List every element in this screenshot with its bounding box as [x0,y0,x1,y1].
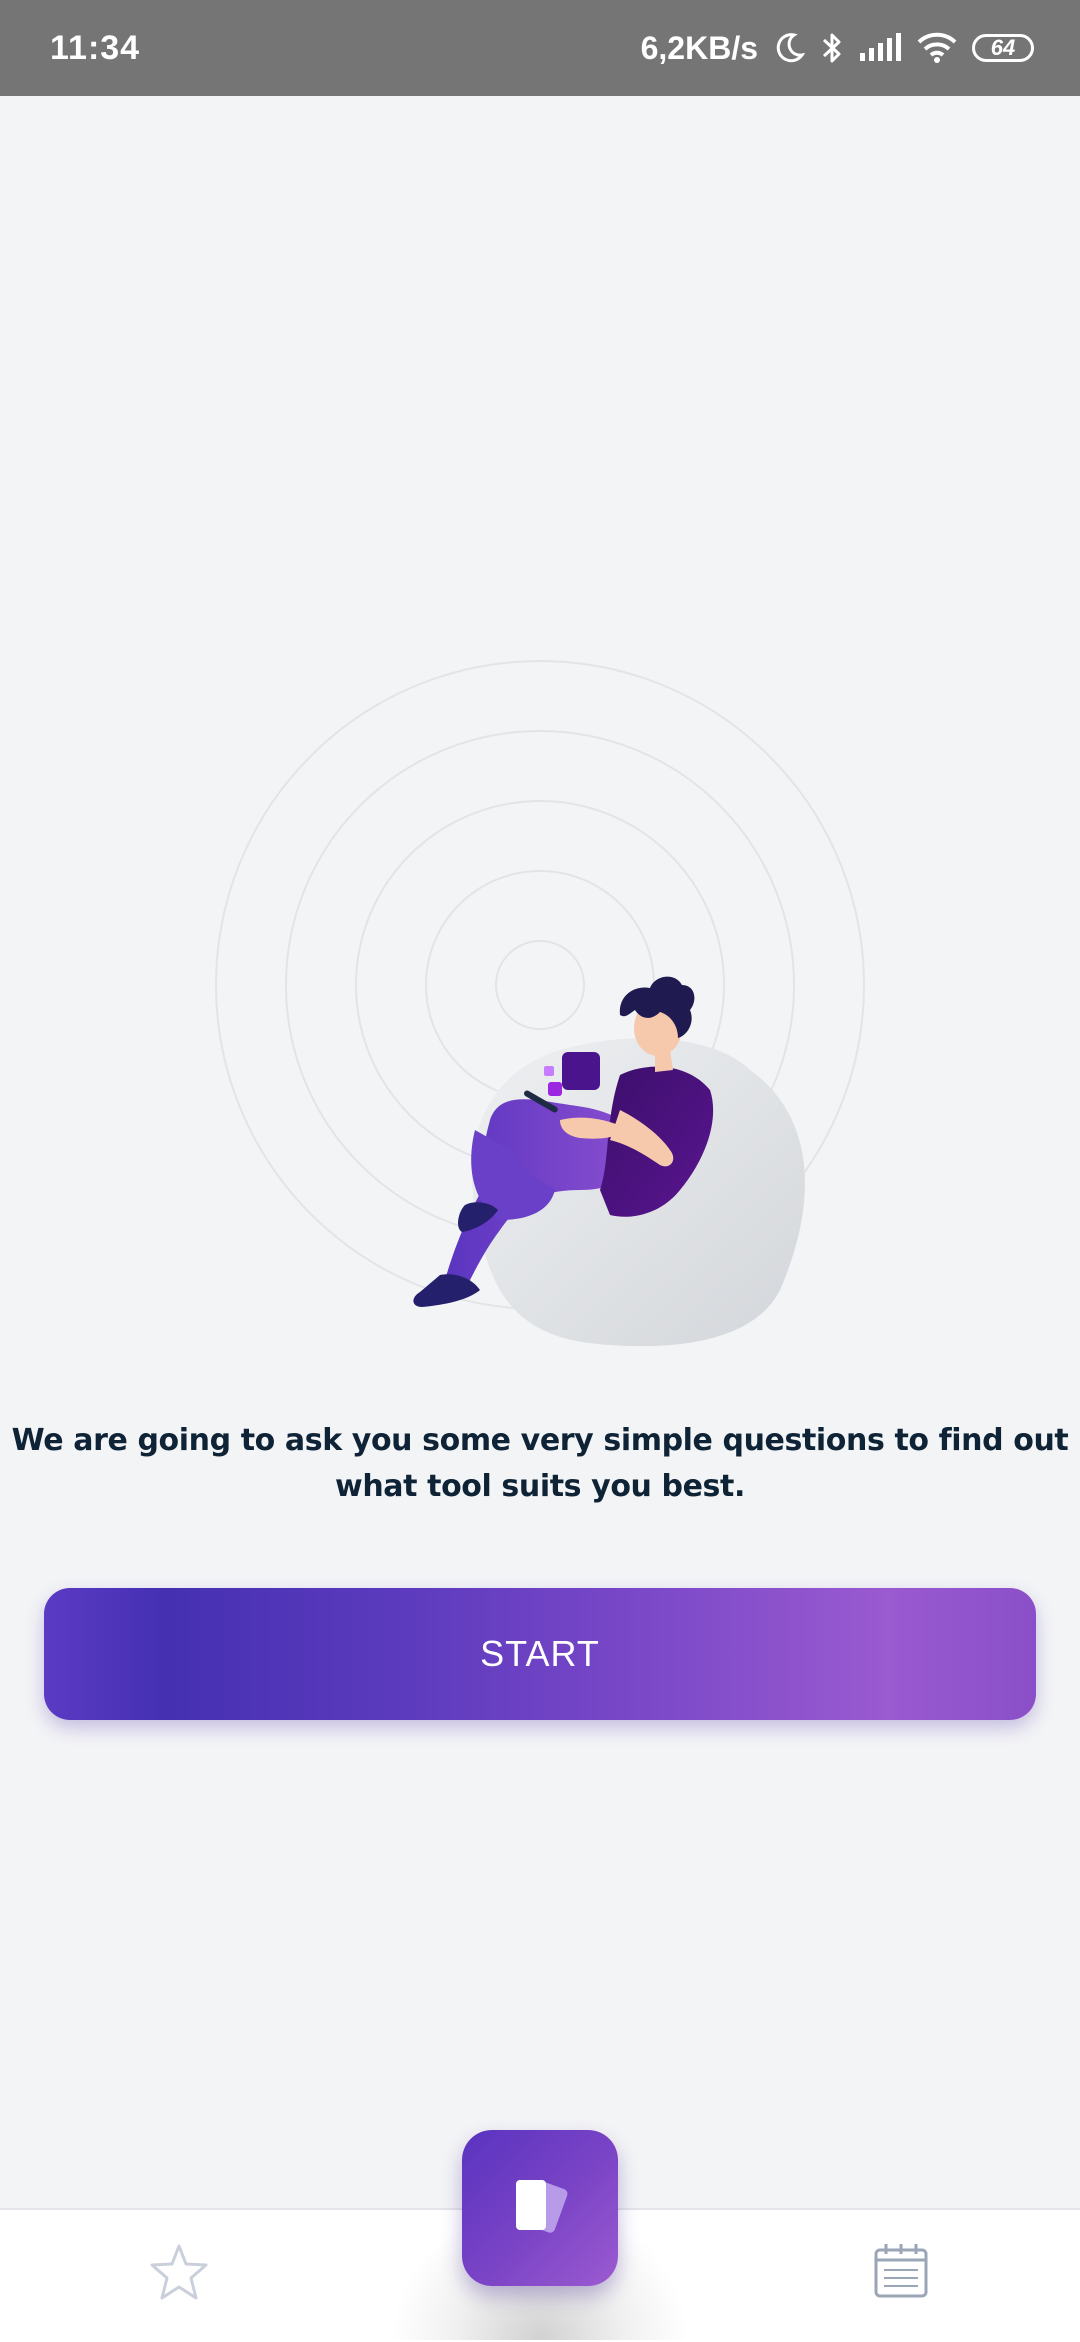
wifi-icon [916,32,958,64]
signal-icon [858,33,902,63]
status-bar: 11:34 6,2KB/s 64 [0,0,1080,96]
battery-level: 64 [990,35,1016,60]
calendar-icon[interactable] [870,2240,932,2302]
star-icon[interactable] [146,2240,212,2306]
bluetooth-icon [820,30,844,66]
start-button[interactable]: START [44,1588,1036,1720]
moon-icon [772,31,806,65]
person-on-beanbag-illustration [200,650,880,1350]
cards-icon [500,2166,580,2250]
battery-icon: 64 [972,34,1034,62]
intro-message: We are going to ask you some very simple… [11,1423,1069,1504]
status-time: 11:34 [50,28,141,67]
status-indicators: 6,2KB/s 64 [641,30,1034,67]
cards-button[interactable] [462,2130,618,2286]
network-speed: 6,2KB/s [640,29,758,66]
